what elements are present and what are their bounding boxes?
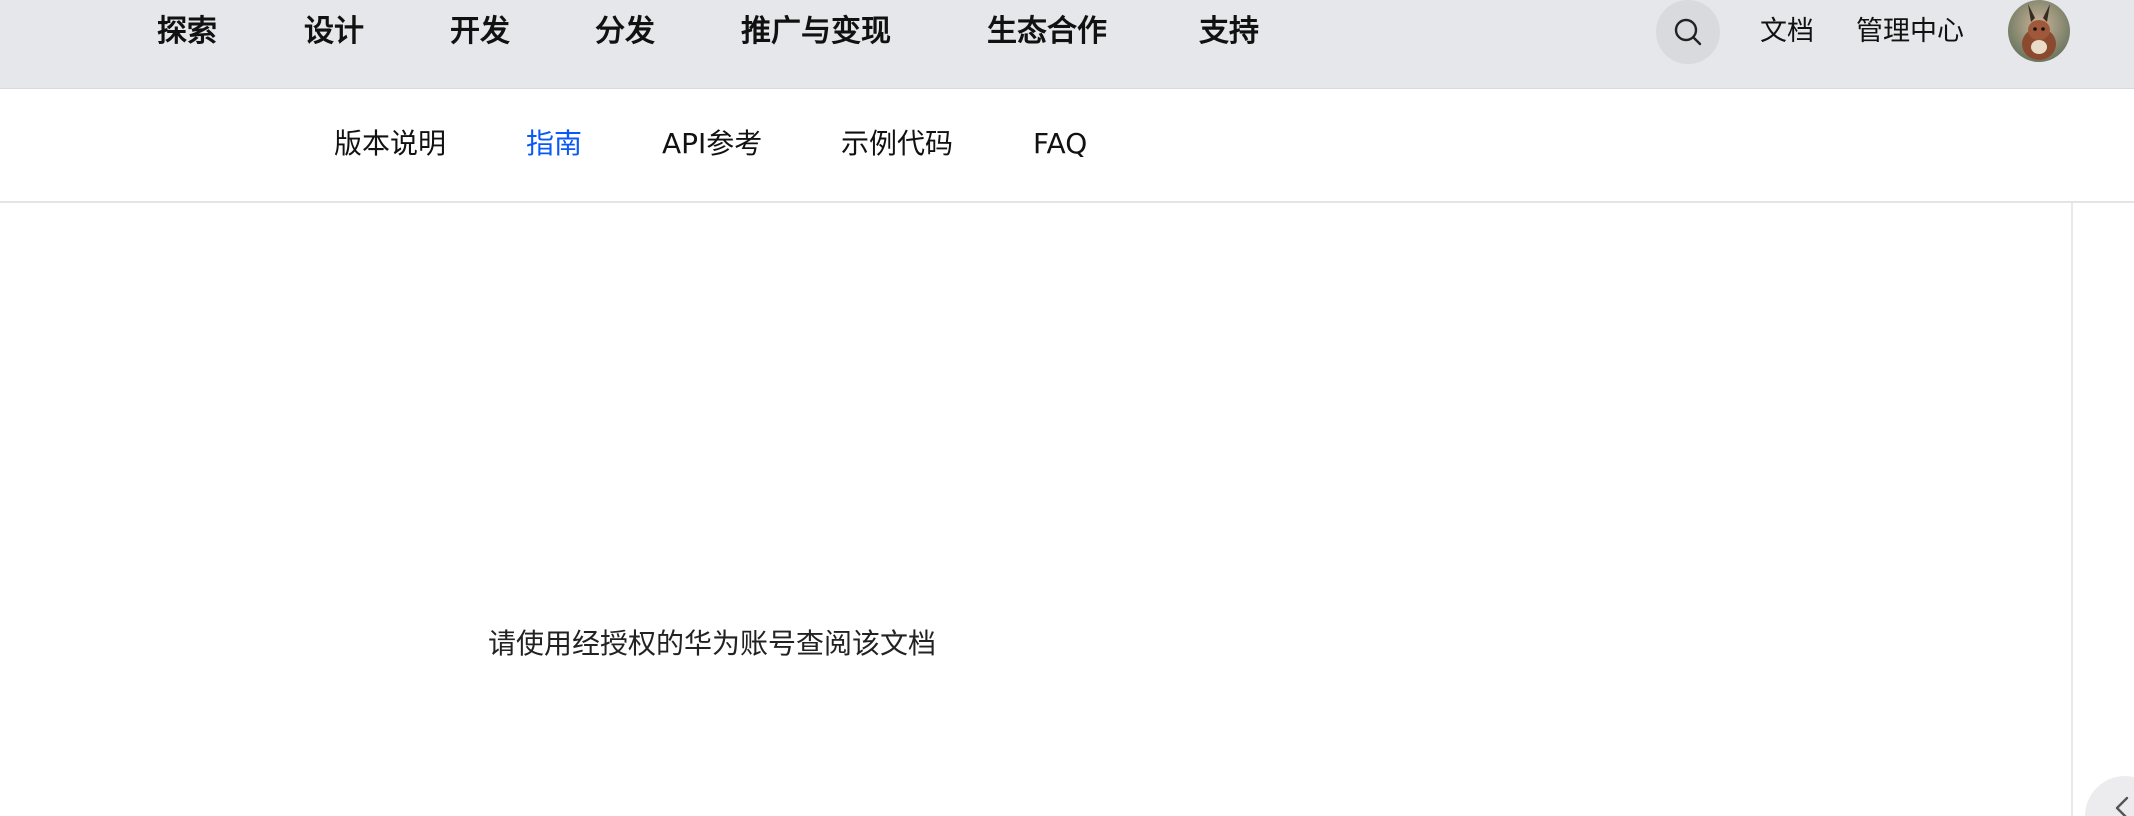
console-link[interactable]: 管理中心 xyxy=(1856,10,1964,54)
top-nav-item-develop[interactable]: 开发 xyxy=(450,10,510,54)
page: 探索 设计 开发 分发 推广与变现 生态合作 支持 文档 管理中心 版本说明 指… xyxy=(0,0,2134,816)
sub-nav-item-guide[interactable]: 指南 xyxy=(526,124,582,164)
top-nav-item-promote[interactable]: 推广与变现 xyxy=(741,10,891,54)
avatar-image xyxy=(2008,0,2070,62)
chevron-left-icon xyxy=(2115,796,2129,816)
sub-nav-item-api-reference[interactable]: API参考 xyxy=(662,124,762,164)
docs-link[interactable]: 文档 xyxy=(1760,10,1814,54)
top-nav-item-explore[interactable]: 探索 xyxy=(157,10,217,54)
sub-nav-item-faq[interactable]: FAQ xyxy=(1033,124,1087,164)
sub-nav: 版本说明 指南 API参考 示例代码 FAQ xyxy=(0,89,2134,203)
top-nav-item-ecosystem[interactable]: 生态合作 xyxy=(987,10,1107,54)
top-nav-item-distribute[interactable]: 分发 xyxy=(595,10,655,54)
top-nav-item-design[interactable]: 设计 xyxy=(304,10,364,54)
avatar[interactable] xyxy=(2008,0,2070,62)
auth-required-message: 请使用经授权的华为账号查阅该文档 xyxy=(488,627,937,660)
sub-nav-item-release-notes[interactable]: 版本说明 xyxy=(334,124,446,164)
sub-nav-item-sample-code[interactable]: 示例代码 xyxy=(841,124,953,164)
search-icon xyxy=(1674,18,1702,46)
right-rail xyxy=(2071,203,2134,816)
main-content xyxy=(0,203,2071,816)
search-button[interactable] xyxy=(1656,0,1720,64)
top-nav: 探索 设计 开发 分发 推广与变现 生态合作 支持 文档 管理中心 xyxy=(0,0,2134,89)
top-nav-item-support[interactable]: 支持 xyxy=(1199,10,1259,54)
